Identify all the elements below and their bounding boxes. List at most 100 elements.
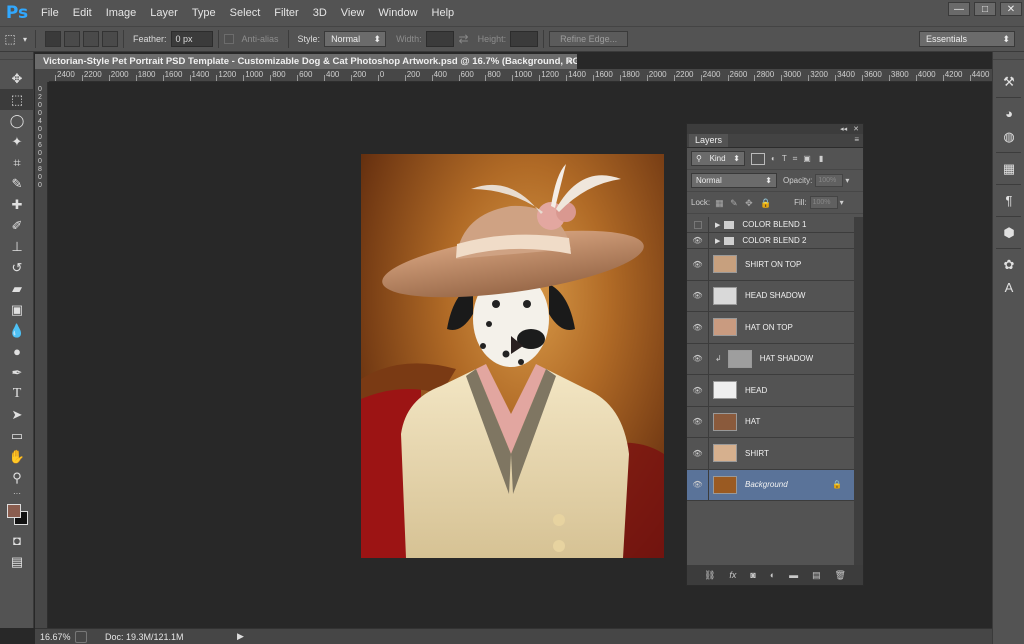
feather-input[interactable]: 0 px <box>170 31 213 47</box>
collapse-icon[interactable]: ◂◂ <box>840 125 847 133</box>
layer-list-scrollbar[interactable] <box>854 217 863 567</box>
paragraph-icon[interactable]: ¶ <box>993 189 1024 212</box>
antialias-checkbox[interactable] <box>223 34 234 44</box>
type-tool-icon[interactable]: T <box>0 383 34 404</box>
menu-file[interactable]: File <box>34 0 66 26</box>
history-brush-tool-icon[interactable]: ↺ <box>0 257 34 278</box>
blend-mode-select[interactable]: Normal ⬍ <box>691 173 777 188</box>
zoom-tool-icon[interactable]: ⚲ <box>0 467 34 488</box>
adjustment-filter-icon[interactable]: ◐ <box>771 154 776 163</box>
brush-presets-icon[interactable]: ✿ <box>993 253 1024 276</box>
gradient-tool-icon[interactable]: ▣ <box>0 299 34 320</box>
more-tools-icon[interactable]: ··· <box>0 488 34 498</box>
healing-brush-tool-icon[interactable]: ✚ <box>0 194 34 215</box>
expand-arrow-icon[interactable]: ▶ <box>715 221 720 229</box>
add-selection-button[interactable] <box>64 31 80 47</box>
foreground-color-swatch[interactable] <box>7 504 21 518</box>
link-layers-icon[interactable]: ⛓ <box>704 570 715 581</box>
lock-all-icon[interactable]: 🔒 <box>760 198 771 208</box>
horizontal-ruler[interactable]: 2400 2200 2000 1800 1600 1400 1200 1000 800 600 40… <box>49 69 992 82</box>
close-tab-icon[interactable]: × <box>567 54 573 69</box>
visibility-eye-icon[interactable]: 👁 <box>687 438 709 469</box>
subtract-selection-button[interactable] <box>83 31 99 47</box>
pixel-filter-icon[interactable] <box>751 152 765 165</box>
layer-row[interactable]: 👁 ↲ HAT SHADOW <box>687 343 854 375</box>
chevron-down-icon[interactable]: ▾ <box>20 30 30 48</box>
add-mask-icon[interactable]: ◙ <box>750 570 755 580</box>
brush-tool-icon[interactable]: ✐ <box>0 215 34 236</box>
panel-menu-icon[interactable]: ≡ <box>854 135 859 144</box>
zoom-level[interactable]: 16.67% <box>35 632 71 642</box>
opacity-dropdown-icon[interactable]: ▾ <box>845 176 849 185</box>
panel-grip[interactable] <box>993 52 1024 60</box>
adjustment-layer-icon[interactable]: ◐ <box>770 570 775 580</box>
workspace-select[interactable]: Essentials ⬍ <box>919 31 1015 47</box>
refine-edge-button[interactable]: Refine Edge... <box>549 31 629 47</box>
lock-pixels-icon[interactable]: ✎ <box>730 198 740 208</box>
maximize-button[interactable]: □ <box>974 2 996 16</box>
hand-tool-icon[interactable]: ✋ <box>0 446 34 467</box>
visibility-eye-icon[interactable]: 👁 <box>687 343 709 374</box>
kind-filter-select[interactable]: ⚲ Kind ⬍ <box>691 151 745 166</box>
swatches-icon[interactable]: ◕ <box>993 102 1024 125</box>
delete-layer-icon[interactable]: 🗑 <box>835 570 846 581</box>
vertical-ruler[interactable]: 0200400600800 <box>35 82 48 628</box>
filter-toggle-icon[interactable]: ▮ <box>819 154 823 163</box>
layer-row[interactable]: 👁 HAT <box>687 406 854 438</box>
visibility-eye-icon[interactable]: 👁 <box>687 375 709 406</box>
height-input[interactable] <box>510 31 539 47</box>
intersect-selection-button[interactable] <box>102 31 118 47</box>
visibility-eye-icon[interactable]: 👁 <box>687 406 709 437</box>
layer-row[interactable]: 👁 SHIRT <box>687 438 854 470</box>
expand-arrow-icon[interactable]: ▶ <box>715 237 720 245</box>
panel-grip[interactable] <box>0 52 33 60</box>
visibility-eye-icon[interactable]: 👁 <box>687 312 709 343</box>
layer-group-row[interactable]: ▶ COLOR BLEND 1 <box>687 217 854 233</box>
quick-mask-icon[interactable]: ◘ <box>0 530 34 551</box>
proof-setup-icon[interactable] <box>75 630 87 643</box>
minimize-button[interactable]: — <box>948 2 970 16</box>
document-tab[interactable]: Victorian-Style Pet Portrait PSD Templat… <box>35 54 577 69</box>
eyedropper-tool-icon[interactable]: ✎ <box>0 173 34 194</box>
eraser-tool-icon[interactable]: ▰ <box>0 278 34 299</box>
menu-image[interactable]: Image <box>99 0 144 26</box>
character-icon[interactable]: A <box>993 276 1024 299</box>
marquee-preset-icon[interactable]: ⬚ <box>0 30 20 48</box>
layer-row[interactable]: 👁 HEAD SHADOW <box>687 280 854 312</box>
new-group-icon[interactable]: ▬ <box>789 570 798 580</box>
blur-tool-icon[interactable]: 💧 <box>0 320 34 341</box>
menu-filter[interactable]: Filter <box>267 0 305 26</box>
history-icon[interactable]: ▦ <box>993 157 1024 180</box>
menu-view[interactable]: View <box>334 0 372 26</box>
layer-row[interactable]: 👁 HEAD <box>687 375 854 407</box>
3d-icon[interactable]: ⬢ <box>993 221 1024 244</box>
width-input[interactable] <box>425 31 454 47</box>
tab-layers[interactable]: Layers <box>689 134 729 147</box>
layer-row[interactable]: 👁 HAT ON TOP <box>687 312 854 344</box>
menu-edit[interactable]: Edit <box>66 0 99 26</box>
visibility-eye-icon[interactable]: 👁 <box>687 249 709 280</box>
type-filter-icon[interactable]: T <box>782 154 787 163</box>
fill-dropdown-icon[interactable]: ▾ <box>840 198 844 207</box>
panel-titlebar[interactable]: ◂◂ ✕ <box>687 124 863 134</box>
move-tool-icon[interactable]: ✥ <box>0 68 34 89</box>
menu-layer[interactable]: Layer <box>143 0 185 26</box>
screen-mode-icon[interactable]: ▤ <box>0 551 34 572</box>
visibility-off-icon[interactable] <box>687 217 709 232</box>
visibility-eye-icon[interactable]: 👁 <box>687 280 709 311</box>
layer-row[interactable]: 👁 SHIRT ON TOP <box>687 249 854 281</box>
ruler-origin[interactable] <box>35 69 49 82</box>
menu-3d[interactable]: 3D <box>306 0 334 26</box>
new-selection-button[interactable] <box>45 31 61 47</box>
magic-wand-tool-icon[interactable]: ✦ <box>0 131 34 152</box>
dodge-tool-icon[interactable]: ● <box>0 341 34 362</box>
lock-transparency-icon[interactable]: ▦ <box>715 198 725 208</box>
document-canvas[interactable] <box>361 154 664 558</box>
shape-filter-icon[interactable]: ⌗ <box>793 154 798 164</box>
fill-input[interactable]: 100% <box>809 196 838 209</box>
opacity-input[interactable]: 100% <box>815 174 844 187</box>
new-layer-icon[interactable]: ▤ <box>812 570 821 581</box>
layer-row[interactable]: 👁 Background 🔒 <box>687 469 854 501</box>
marquee-tool-icon[interactable]: ⬚ <box>0 89 34 110</box>
clone-stamp-tool-icon[interactable]: ⊥ <box>0 236 34 257</box>
